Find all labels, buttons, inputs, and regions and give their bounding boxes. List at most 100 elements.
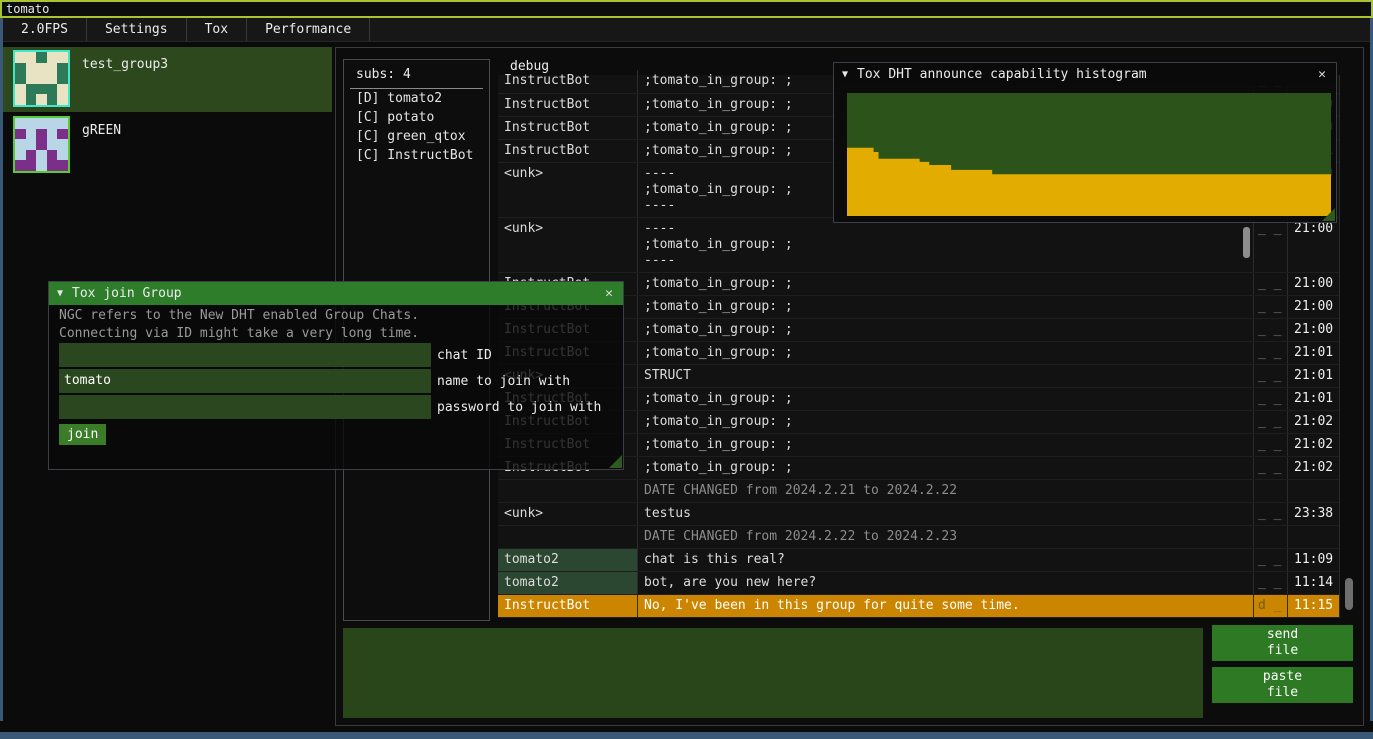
chat-time-cell — [1287, 526, 1339, 548]
chat-row[interactable]: InstructBot;tomato_in_group: ;_ _21:01 — [498, 342, 1339, 365]
resize-grip-icon[interactable] — [609, 455, 622, 468]
chat-time-cell — [1287, 480, 1339, 502]
chat-row[interactable]: InstructBot;tomato_in_group: ;_ _21:00 — [498, 319, 1339, 342]
chat-row[interactable]: InstructBot;tomato_in_group: ;_ _21:00 — [498, 273, 1339, 296]
chat-row[interactable]: DATE CHANGED from 2024.2.22 to 2024.2.23 — [498, 526, 1339, 549]
chat-sender-cell: tomato2 — [498, 549, 637, 571]
chat-message-cell: ;tomato_in_group: ; — [637, 411, 1253, 433]
chat-row[interactable]: DATE CHANGED from 2024.2.21 to 2024.2.22 — [498, 480, 1339, 503]
chat-time-cell: 21:00 — [1287, 296, 1339, 318]
avatar-pixel — [15, 118, 26, 129]
join-field-label: name to join with — [437, 374, 570, 389]
chat-flags-cell — [1253, 480, 1287, 502]
chat-time-cell: 21:01 — [1287, 342, 1339, 364]
avatar-pixel — [26, 160, 37, 171]
chat-sender-cell: <unk> — [498, 163, 637, 217]
join-field-row: tomato name to join with — [59, 369, 623, 393]
menu-item-performance[interactable]: Performance — [247, 18, 370, 41]
window-border-bottom — [0, 732, 1373, 739]
avatar-pixel — [15, 129, 26, 140]
collapse-arrow-icon[interactable]: ▼ — [57, 288, 63, 299]
join-group-titlebar[interactable]: ▼ Tox join Group ✕ — [49, 282, 623, 305]
chat-scrollbar[interactable] — [1345, 578, 1353, 610]
avatar-pixel — [47, 73, 58, 84]
chat-message-cell: DATE CHANGED from 2024.2.22 to 2024.2.23 — [637, 526, 1253, 548]
chat-message-cell: ---- ;tomato_in_group: ; ---- — [637, 218, 1253, 272]
chat-time-cell: 21:01 — [1287, 388, 1339, 410]
chat-flags-cell: _ _ — [1253, 388, 1287, 410]
dht-histogram-titlebar[interactable]: ▼ Tox DHT announce capability histogram … — [834, 63, 1336, 86]
chat-row[interactable]: <unk>STRUCT_ _21:01 — [498, 365, 1339, 388]
chat-time-cell: 21:01 — [1287, 365, 1339, 387]
window-titlebar[interactable]: tomato — [0, 0, 1373, 18]
avatar-pixel — [26, 84, 37, 95]
avatar-pixel — [47, 129, 58, 140]
avatar-pixel — [36, 160, 47, 171]
histogram-bars — [847, 148, 1331, 216]
chat-sender-cell: InstructBot — [498, 70, 637, 93]
message-input[interactable] — [343, 628, 1203, 718]
avatar-pixel — [36, 118, 47, 129]
avatar-pixel — [57, 52, 68, 63]
window-title: tomato — [6, 2, 49, 16]
chat-row[interactable]: InstructBot;tomato_in_group: ;_ _21:02 — [498, 434, 1339, 457]
avatar-pixel — [47, 52, 58, 63]
chat-row[interactable]: <unk>---- ;tomato_in_group: ; ----_ _21:… — [498, 218, 1339, 273]
send-file-button[interactable]: send file — [1212, 625, 1353, 661]
subs-member-item[interactable]: [C] potato — [344, 108, 489, 127]
join-group-body: NGC refers to the New DHT enabled Group … — [49, 308, 623, 445]
avatar-pixel — [15, 63, 26, 74]
subs-count-label: subs: 4 — [344, 60, 489, 88]
chat-time-cell: 21:00 — [1287, 273, 1339, 295]
avatar-pixel — [57, 63, 68, 74]
chat-row[interactable]: <unk>testus_ _23:38 — [498, 503, 1339, 526]
join-name-input[interactable]: tomato — [59, 369, 431, 393]
menu-bar: 2.0FPSSettingsToxPerformance — [3, 18, 1370, 42]
chat-message-cell: chat is this real? — [637, 549, 1253, 571]
menu-item-tox[interactable]: Tox — [187, 18, 247, 41]
chat-time-cell: 11:14 — [1287, 572, 1339, 594]
chat-row[interactable]: InstructBot;tomato_in_group: ;_ _21:01 — [498, 388, 1339, 411]
avatar-pixel — [36, 63, 47, 74]
dht-histogram-window: ▼ Tox DHT announce capability histogram … — [833, 62, 1337, 223]
menu-item-2-0fps[interactable]: 2.0FPS — [3, 18, 87, 41]
avatar-pixel — [26, 139, 37, 150]
join-field-label: chat ID — [437, 348, 492, 363]
group-avatar — [13, 50, 70, 107]
join-button[interactable]: join — [59, 424, 106, 445]
avatar-pixel — [57, 94, 68, 105]
chat-row[interactable]: InstructBotNo, I've been in this group f… — [498, 595, 1339, 618]
sidebar-group-test_group3[interactable]: test_group3 — [3, 47, 332, 112]
resize-grip-icon[interactable] — [1322, 208, 1335, 221]
join-field-label: password to join with — [437, 400, 601, 415]
chat-flags-cell: _ _ — [1253, 503, 1287, 525]
chat-message-cell: ;tomato_in_group: ; — [637, 319, 1253, 341]
close-icon[interactable]: ✕ — [1316, 67, 1328, 82]
chat-row[interactable]: InstructBot;tomato_in_group: ;_ _21:02 — [498, 457, 1339, 480]
sidebar-group-gREEN[interactable]: gREEN — [3, 113, 332, 178]
chat-id-input[interactable] — [59, 343, 431, 367]
avatar-pixel — [57, 129, 68, 140]
avatar-pixel — [26, 94, 37, 105]
chat-message-cell: testus — [637, 503, 1253, 525]
close-icon[interactable]: ✕ — [603, 286, 615, 301]
chat-row[interactable]: tomato2chat is this real?_ _11:09 — [498, 549, 1339, 572]
message-scrollbar[interactable] — [1243, 227, 1250, 258]
avatar-pixel — [15, 160, 26, 171]
avatar-pixel — [47, 84, 58, 95]
menu-item-settings[interactable]: Settings — [87, 18, 187, 41]
subs-member-item[interactable]: [C] green_qtox — [344, 127, 489, 146]
avatar-pixel — [15, 139, 26, 150]
subs-member-item[interactable]: [C] InstructBot — [344, 146, 489, 165]
subs-member-item[interactable]: [D] tomato2 — [344, 89, 489, 108]
chat-flags-cell: _ _ — [1253, 411, 1287, 433]
join-password-input[interactable] — [59, 395, 431, 419]
collapse-arrow-icon[interactable]: ▼ — [842, 69, 848, 80]
chat-row[interactable]: tomato2bot, are you new here?_ _11:14 — [498, 572, 1339, 595]
paste-file-button[interactable]: paste file — [1212, 667, 1353, 703]
chat-row[interactable]: InstructBot;tomato_in_group: ;_ _21:00 — [498, 296, 1339, 319]
join-group-window: ▼ Tox join Group ✕ NGC refers to the New… — [48, 281, 624, 470]
chat-row[interactable]: InstructBot;tomato_in_group: ;_ _21:02 — [498, 411, 1339, 434]
chat-message-cell: ;tomato_in_group: ; — [637, 273, 1253, 295]
avatar-pixel — [36, 84, 47, 95]
